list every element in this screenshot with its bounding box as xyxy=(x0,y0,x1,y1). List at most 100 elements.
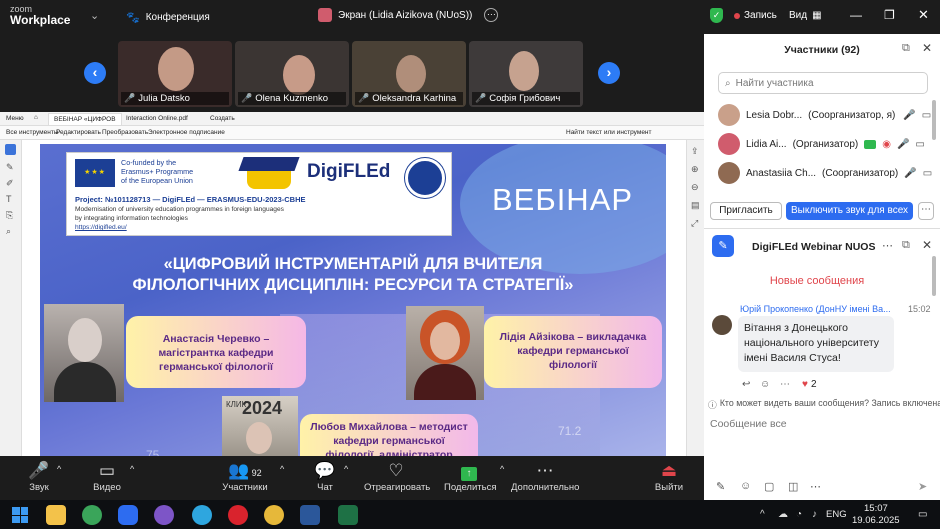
chat-button[interactable]: 💬 Чат xyxy=(312,460,338,493)
participants-scrollbar[interactable] xyxy=(932,100,936,140)
more-icon[interactable]: ··· xyxy=(484,8,499,22)
chat-more-icon[interactable]: ⋯ xyxy=(882,239,893,252)
opera-icon[interactable] xyxy=(228,505,248,525)
participant-row[interactable]: Anastasiia Ch... (Соорганизатор) 🎤 ▭ xyxy=(718,160,933,186)
search-icon[interactable]: ⌕ xyxy=(6,226,11,237)
excel-icon[interactable] xyxy=(338,505,358,525)
clock-time[interactable]: 15:07 xyxy=(864,503,888,514)
video-options-chevron[interactable]: ^ xyxy=(130,464,134,474)
close-icon[interactable]: ✕ xyxy=(922,41,932,55)
chevron-down-icon[interactable]: ⌄ xyxy=(90,9,99,22)
camera-icon[interactable]: ▭ xyxy=(915,139,924,150)
record-button[interactable]: Запись xyxy=(734,10,777,21)
video-tile[interactable]: 🎤 Olena Kuzmenko xyxy=(235,41,349,107)
prev-page-button[interactable]: ‹ xyxy=(84,62,106,84)
pdf-tool-convert[interactable]: Преобразовать xyxy=(102,129,148,136)
camera-icon[interactable]: ▭ xyxy=(922,110,931,121)
conference-info[interactable]: 🐾 Конференция xyxy=(126,11,210,24)
participant-search[interactable]: ⌕ Найти участника xyxy=(718,72,928,94)
minimize-icon[interactable]: — xyxy=(850,8,862,22)
shield-icon[interactable]: ✓ xyxy=(710,8,723,23)
pdf-tool-all[interactable]: Все инструменты xyxy=(6,129,59,136)
text-icon[interactable]: T xyxy=(6,194,12,204)
mic-off-icon[interactable]: 🎤 xyxy=(904,168,916,179)
send-icon[interactable]: ➤ xyxy=(918,480,927,493)
chat-options-chevron[interactable]: ^ xyxy=(344,464,348,474)
reaction-chip[interactable]: ♥ 2 xyxy=(802,379,817,390)
share-button[interactable]: ↑ Поделиться xyxy=(444,460,496,493)
chrome-icon[interactable] xyxy=(82,505,102,525)
comment-icon[interactable]: ✎ xyxy=(6,162,14,173)
more-button[interactable]: ⋯ Дополнительно xyxy=(511,460,579,493)
page-icon[interactable]: ▤ xyxy=(691,200,700,211)
file-explorer-icon[interactable] xyxy=(46,505,66,525)
close-icon[interactable]: ✕ xyxy=(918,7,929,23)
telegram-icon[interactable] xyxy=(192,505,212,525)
participants-options-chevron[interactable]: ^ xyxy=(280,464,284,474)
reply-icon[interactable]: ↩ xyxy=(742,379,750,390)
home-icon[interactable]: ⌂ xyxy=(34,114,38,121)
leave-button[interactable]: ⏏ Выйти xyxy=(654,460,684,493)
language-indicator[interactable]: ENG xyxy=(826,509,847,520)
audio-options-chevron[interactable]: ^ xyxy=(57,464,61,474)
visibility-note[interactable]: ⓘ Кто может видеть ваши сообщения? Запис… xyxy=(708,398,940,411)
wifi-icon[interactable]: ◔ xyxy=(796,509,802,520)
windows-start-icon[interactable] xyxy=(12,507,28,523)
volume-icon[interactable]: ♪ xyxy=(812,509,817,520)
message-sender[interactable]: Юрій Прокопенко (ДонНУ імені Ва... xyxy=(740,304,900,314)
next-page-button[interactable]: › xyxy=(598,62,620,84)
video-button[interactable]: ▭ Видео xyxy=(92,460,122,493)
popout-icon[interactable]: ⧉ xyxy=(902,239,910,252)
pdf-tab-create[interactable]: Создать xyxy=(210,115,235,122)
pdf-tool-edit[interactable]: Редактировать xyxy=(56,129,101,136)
screenshot-icon[interactable]: ◫ xyxy=(788,480,798,493)
participant-row[interactable]: Lesia Dobr... (Соорганизатор, я) 🎤 ▭ xyxy=(718,102,933,128)
zoom-in-icon[interactable]: ⊕ xyxy=(691,164,699,175)
viber-icon[interactable] xyxy=(154,505,174,525)
close-icon[interactable]: ✕ xyxy=(922,238,932,252)
pdf-tab-menu[interactable]: Меню xyxy=(6,115,24,122)
participants-button[interactable]: 👥 92 Участники xyxy=(222,460,268,493)
video-tile[interactable]: 🎤 Софія Грибович xyxy=(469,41,583,107)
more-options-button[interactable]: ⋯ xyxy=(918,202,934,220)
pdf-tab-active[interactable]: ВЕБІНАР «ЦИФРОВ xyxy=(48,113,122,126)
zoom-app-icon[interactable] xyxy=(118,505,138,525)
camera-icon[interactable]: ▭ xyxy=(923,168,932,179)
pdf-tool-sign[interactable]: Электронное подписание xyxy=(148,129,225,136)
screen-share-label[interactable]: Экран (Lidia Aizikova (NUoS)) ··· xyxy=(318,8,499,22)
mic-icon[interactable]: 🎤 xyxy=(897,139,909,150)
format-icon[interactable]: ✎ xyxy=(716,480,725,493)
pdf-search[interactable]: Найти текст или инструмент xyxy=(566,129,652,136)
chrome-icon[interactable] xyxy=(264,505,284,525)
message-input[interactable]: Сообщение все xyxy=(710,418,787,430)
fit-icon[interactable]: ⤢ xyxy=(691,218,698,229)
participant-row[interactable]: Lidia Ai... (Организатор) ◉ 🎤 ▭ xyxy=(718,131,933,157)
project-link[interactable]: https://digifled.eu/ xyxy=(75,224,127,231)
audio-button[interactable]: 🎤 Звук xyxy=(26,460,52,493)
cursor-icon[interactable] xyxy=(5,144,16,155)
popout-icon[interactable]: ⧉ xyxy=(902,42,910,55)
restore-icon[interactable]: ❐ xyxy=(884,8,895,22)
notification-icon[interactable]: ▭ xyxy=(918,509,927,520)
more-icon[interactable]: ⋯ xyxy=(780,379,790,390)
share-options-chevron[interactable]: ^ xyxy=(500,464,504,474)
video-tile[interactable]: 🎤 Oleksandra Karhina xyxy=(352,41,466,107)
tray-app-icon[interactable]: ☁ xyxy=(778,509,788,520)
tray-chevron-icon[interactable]: ^ xyxy=(760,509,765,520)
word-icon[interactable] xyxy=(300,505,320,525)
chat-scrollbar[interactable] xyxy=(932,256,936,296)
share-icon[interactable]: ⇪ xyxy=(691,146,699,157)
invite-button[interactable]: Пригласить xyxy=(710,202,782,220)
draw-icon[interactable]: ✐ xyxy=(6,178,14,189)
react-button[interactable]: ♡ Отреагировать xyxy=(364,460,430,493)
view-button[interactable]: Вид ▦ xyxy=(789,10,822,21)
file-icon[interactable]: ▢ xyxy=(764,480,774,493)
clock-date[interactable]: 19.06.2025 xyxy=(852,515,900,526)
pdf-tab-second[interactable]: Interaction Online.pdf xyxy=(126,115,188,122)
mic-off-icon[interactable]: 🎤 xyxy=(903,110,915,121)
emoji-icon[interactable]: ☺ xyxy=(760,379,770,390)
mute-all-button[interactable]: Выключить звук для всех xyxy=(786,202,913,220)
more-icon[interactable]: ⋯ xyxy=(810,480,821,493)
video-tile[interactable]: 🎤 Julia Datsko xyxy=(118,41,232,107)
zoom-out-icon[interactable]: ⊖ xyxy=(691,182,699,193)
